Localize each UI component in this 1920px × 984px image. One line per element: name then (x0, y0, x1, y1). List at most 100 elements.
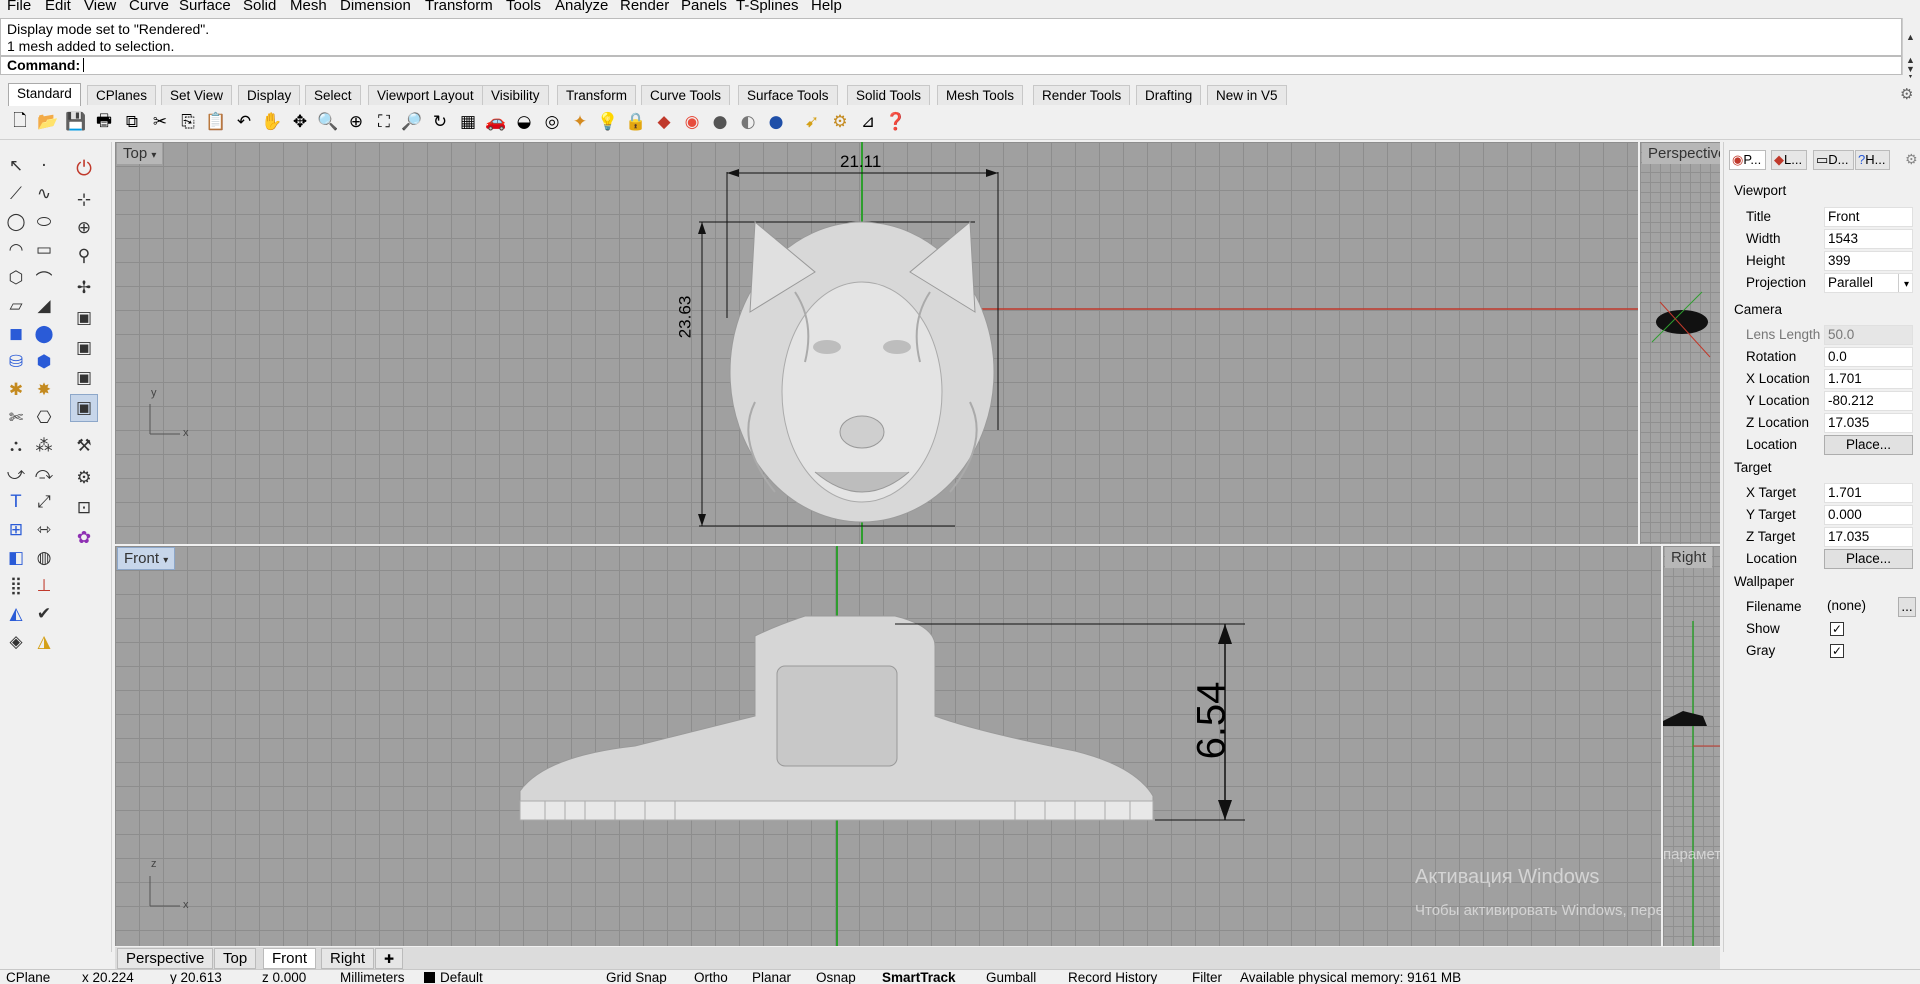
command-scrollbar[interactable]: ▲ ▼ (1902, 56, 1918, 75)
surface-corner-icon[interactable]: ▱ (2, 292, 30, 320)
cube-perspective-icon[interactable]: ▣ (70, 394, 98, 422)
extrude-icon[interactable]: ⬢ (30, 348, 58, 376)
zoom-selected-icon[interactable]: 🔎 (400, 110, 424, 134)
viewport-front[interactable]: 6.54 z x Front ▾ Активация Windows Чтобы… (115, 546, 1661, 946)
command-line[interactable]: Command: (0, 56, 1902, 75)
options-gear-icon[interactable]: ⚙ (828, 110, 852, 134)
menu-solid[interactable]: Solid (243, 0, 276, 14)
lock-icon[interactable]: 🔒 (624, 110, 648, 134)
pan-hand-icon[interactable]: ✋ (260, 110, 284, 134)
axes-icon[interactable]: ✢ (70, 274, 98, 302)
print-icon[interactable]: 🖶 (92, 110, 116, 134)
tab-display[interactable]: Display (238, 85, 301, 105)
menu-edit[interactable]: Edit (45, 0, 71, 14)
network-icon[interactable]: ⚲ (70, 242, 98, 270)
osnap-icon[interactable]: ✦ (568, 110, 592, 134)
tab-layers[interactable]: ◆L... (1771, 150, 1808, 170)
pointer-arrow-icon[interactable]: ➹ (800, 110, 824, 134)
arc-icon[interactable]: ◠ (2, 236, 30, 264)
tab-render-tools[interactable]: Render Tools (1033, 85, 1131, 105)
layer-icon[interactable]: ◆ (652, 110, 676, 134)
viewport-right[interactable]: Right параметры. (1663, 546, 1720, 946)
point-icon[interactable]: · (30, 152, 58, 180)
tab-cplanes[interactable]: CPlanes (87, 85, 157, 105)
show-checkbox[interactable]: ✓ (1830, 622, 1844, 636)
new-file-icon[interactable]: 🗋 (8, 110, 32, 134)
width-field[interactable]: 1543 (1824, 229, 1913, 249)
tab-transform[interactable]: Transform (557, 85, 637, 105)
menu-file[interactable]: File (7, 0, 31, 14)
menu-dimension[interactable]: Dimension (340, 0, 411, 14)
box-icon[interactable]: ◼ (2, 320, 30, 348)
render-preview-icon[interactable]: ◐ (736, 110, 760, 134)
vtab-right[interactable]: Right (321, 948, 375, 969)
zoom-extents-icon[interactable]: ⛶ (372, 110, 396, 134)
viewport-title-top[interactable]: Top ▾ (117, 143, 163, 164)
dropdown-arrow-icon[interactable]: ▾ (151, 150, 156, 161)
viewport-top[interactable]: 21.11 23.63 y x Top ▾ (115, 142, 1638, 544)
analyze-icon[interactable]: ◭ (2, 600, 30, 628)
sphere-icon[interactable]: ⬤ (30, 320, 58, 348)
status-ortho[interactable]: Ortho (694, 970, 728, 984)
status-osnap[interactable]: Osnap (816, 970, 856, 984)
menu-help[interactable]: Help (811, 0, 842, 14)
tab-properties[interactable]: ◉P... (1729, 150, 1767, 170)
title-field[interactable]: Front (1824, 207, 1913, 227)
tab-new-in-v5[interactable]: New in V5 (1207, 85, 1287, 105)
ungroup-icon[interactable]: ⁂ (30, 432, 58, 460)
viewport-title-perspective[interactable]: Perspective (1642, 143, 1720, 164)
construction-plane-icon[interactable]: ◎ (540, 110, 564, 134)
zoom-window-icon[interactable]: ⊕ (344, 110, 368, 134)
y-location-field[interactable]: -80.212 (1824, 391, 1913, 411)
menu-tools[interactable]: Tools (506, 0, 541, 14)
menu-surface[interactable]: Surface (179, 0, 231, 14)
menu-panels[interactable]: Panels (681, 0, 727, 14)
history-scrollbar[interactable]: ▲ ▼ (1902, 18, 1918, 80)
trim-icon[interactable]: ✄ (2, 404, 30, 432)
material-sphere-icon[interactable]: ● (708, 110, 732, 134)
curve-icon[interactable]: ∿ (30, 180, 58, 208)
z-location-field[interactable]: 17.035 (1824, 413, 1913, 433)
undo-view-icon[interactable]: ↻ (428, 110, 452, 134)
import-icon[interactable]: ⧉ (120, 110, 144, 134)
help-icon[interactable]: ❓ (884, 110, 908, 134)
dimension-icon[interactable]: ⊿ (856, 110, 880, 134)
status-filter[interactable]: Filter (1192, 970, 1222, 984)
z-target-field[interactable]: 17.035 (1824, 527, 1913, 547)
menu-render[interactable]: Render (620, 0, 669, 14)
paste-icon[interactable]: 📋 (204, 110, 228, 134)
shaded-icon[interactable]: ◒ (512, 110, 536, 134)
viewport-title-front[interactable]: Front ▾ (117, 547, 176, 570)
tab-visibility[interactable]: Visibility (482, 85, 549, 105)
grid-array-icon[interactable]: ⣿ (2, 572, 30, 600)
tab-help[interactable]: ?H... (1855, 150, 1891, 170)
join-icon[interactable]: ⎔ (30, 404, 58, 432)
scale-icon[interactable]: ⤢ (30, 488, 58, 516)
rotate-view-icon[interactable]: ✥ (288, 110, 312, 134)
menu-view[interactable]: View (84, 0, 116, 14)
status-gumball[interactable]: Gumball (986, 970, 1036, 984)
viewport-title-right[interactable]: Right (1665, 547, 1713, 568)
color-wheel-icon[interactable]: ◉ (680, 110, 704, 134)
paint-icon[interactable]: ◮ (30, 628, 58, 656)
add-viewport-icon[interactable]: ✚ (375, 948, 404, 969)
mesh-sphere-icon[interactable]: ◍ (30, 544, 58, 572)
menu-tsplines[interactable]: T-Splines (736, 0, 799, 14)
cube-top-icon[interactable]: ▣ (70, 304, 98, 332)
panel-gear-icon[interactable]: ⚙ (1905, 152, 1918, 168)
browse-button[interactable]: ... (1898, 597, 1916, 617)
cube-right-icon[interactable]: ▣ (70, 364, 98, 392)
select-arrow-icon[interactable]: ↖ (2, 152, 30, 180)
cube-front-icon[interactable]: ▣ (70, 334, 98, 362)
polygon-icon[interactable]: ⬡ (2, 264, 30, 292)
dropdown-arrow-icon[interactable]: ▾ (163, 555, 168, 566)
vtab-front[interactable]: Front (263, 948, 317, 969)
check-icon[interactable]: ✔ (30, 600, 58, 628)
mirror-icon[interactable]: ⇿ (30, 516, 58, 544)
tab-viewport-layout[interactable]: Viewport Layout (368, 85, 483, 105)
explode-icon[interactable]: ✸ (30, 376, 58, 404)
cylinder-icon[interactable]: ⛁ (2, 348, 30, 376)
vtab-perspective[interactable]: Perspective (117, 948, 214, 969)
menu-mesh[interactable]: Mesh (290, 0, 327, 14)
status-layer[interactable]: Default (440, 970, 483, 984)
